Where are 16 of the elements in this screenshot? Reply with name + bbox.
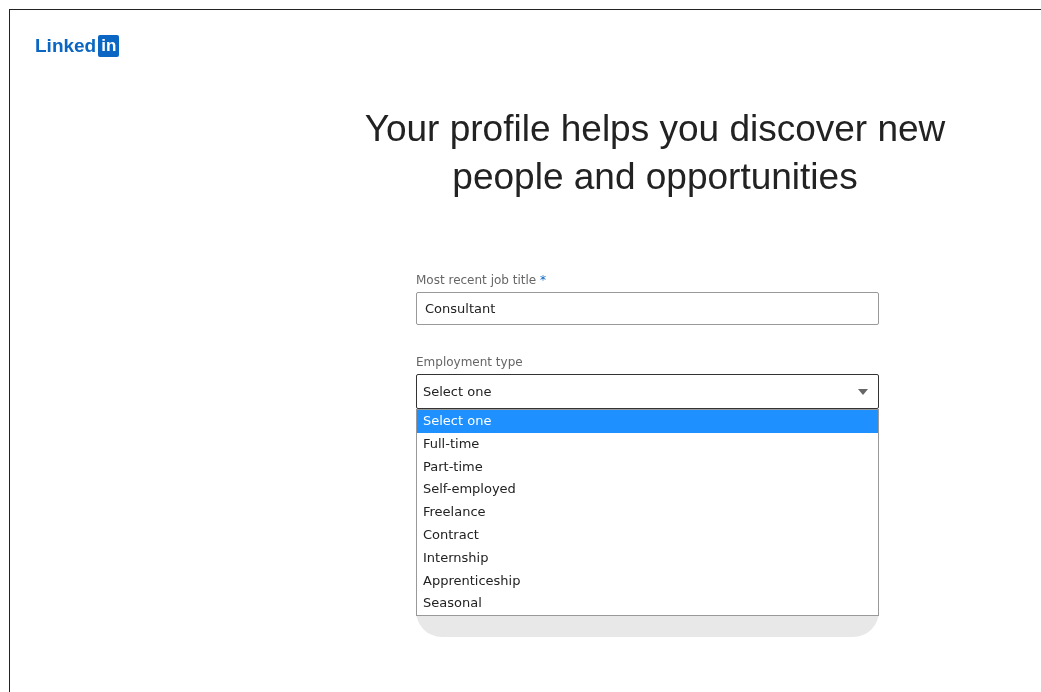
dropdown-option[interactable]: Full-time [417,432,878,456]
dropdown-option[interactable]: Part-time [417,455,878,479]
dropdown-option[interactable]: Contract [417,524,878,547]
dropdown-option[interactable]: Seasonal [417,592,878,616]
headline: Your profile helps you discover new people and opportunities [363,107,947,199]
dropdown-option[interactable]: Freelance [417,501,878,524]
caret-icon [858,388,868,395]
dropdown-option[interactable]: Apprenticeship [417,569,878,593]
dropdown-option[interactable]: Internship [417,546,878,570]
job-title-field[interactable]: Consultant [416,292,879,325]
dropdown-option[interactable]: Self-employed [417,478,878,502]
logo-wordmark: Linked [35,35,97,57]
employment-type-dropdown[interactable]: Select one [416,374,879,409]
field-label: Employment type [416,355,524,369]
field-label: Most recent job title * [416,273,547,287]
logo-badge: in [98,35,120,57]
